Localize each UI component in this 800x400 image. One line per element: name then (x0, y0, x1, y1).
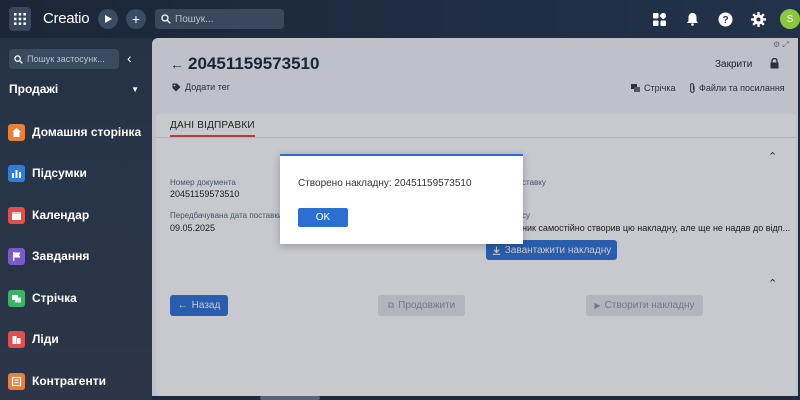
sidebar-item-label: Підсумки (32, 166, 87, 180)
notifications-button[interactable] (683, 10, 701, 28)
app-logo: Creatio (43, 10, 90, 27)
accounts-icon (8, 372, 25, 390)
gear-icon (750, 11, 766, 27)
global-search[interactable] (155, 9, 284, 29)
plus-icon: + (131, 11, 141, 27)
dialog-message: Створено накладну: 20451159573510 (298, 178, 472, 189)
sidebar-item-leads[interactable]: Ліди (8, 328, 148, 350)
sidebar-item-label: Контрагенти (32, 374, 106, 388)
app-menu-button[interactable] (9, 7, 31, 31)
apps-button[interactable] (650, 10, 668, 28)
grid-icon (14, 13, 26, 25)
sidebar-item-label: Домашня сторінка (32, 125, 142, 139)
collapse-sidebar-icon[interactable]: ‹ (127, 50, 132, 66)
leads-icon (8, 330, 25, 348)
home-icon (8, 123, 25, 141)
sidebar-item-tasks[interactable]: Завдання (8, 245, 148, 267)
sidebar-search-input[interactable] (27, 54, 117, 64)
apps-icon (652, 12, 666, 26)
info-dialog: Створено накладну: 20451159573510 OK (280, 154, 523, 244)
flag-icon (8, 247, 25, 265)
user-avatar[interactable]: S (780, 9, 800, 29)
sidebar-item-home[interactable]: Домашня сторінка (8, 121, 148, 143)
sidebar: ‹ Продажі ▼ Домашня сторінка Підсумки Ка… (0, 38, 152, 400)
bell-icon (686, 13, 698, 26)
sidebar-item-label: Завдання (32, 249, 90, 263)
caret-down-icon: ▼ (131, 85, 139, 94)
search-icon (161, 14, 171, 24)
sidebar-item-label: Календар (32, 208, 90, 222)
horizontal-scrollbar[interactable] (260, 396, 320, 400)
svg-text:?: ? (722, 15, 728, 26)
calendar-icon (8, 206, 25, 224)
settings-button[interactable] (749, 10, 767, 28)
workspace-selector[interactable]: Продажі ▼ (9, 82, 139, 96)
ok-button[interactable]: OK (298, 208, 348, 227)
sidebar-item-label: Стрічка (32, 291, 77, 305)
feed-icon (8, 289, 25, 307)
sidebar-item-accounts[interactable]: Контрагенти (8, 370, 148, 392)
search-icon (14, 54, 23, 64)
global-search-input[interactable] (175, 13, 275, 25)
top-bar: Creatio + ? S (0, 0, 800, 38)
sidebar-item-summaries[interactable]: Підсумки (8, 162, 148, 184)
sidebar-item-calendar[interactable]: Календар (8, 204, 148, 226)
play-icon (105, 15, 112, 23)
sidebar-item-feed[interactable]: Стрічка (8, 287, 148, 309)
add-button[interactable]: + (126, 9, 146, 29)
sidebar-item-label: Ліди (32, 332, 59, 346)
help-button[interactable]: ? (716, 10, 734, 28)
workspace-name: Продажі (9, 82, 59, 96)
bar-chart-icon (8, 164, 25, 182)
help-icon: ? (718, 12, 732, 26)
run-process-button[interactable] (98, 9, 118, 29)
sidebar-search[interactable] (9, 49, 119, 69)
